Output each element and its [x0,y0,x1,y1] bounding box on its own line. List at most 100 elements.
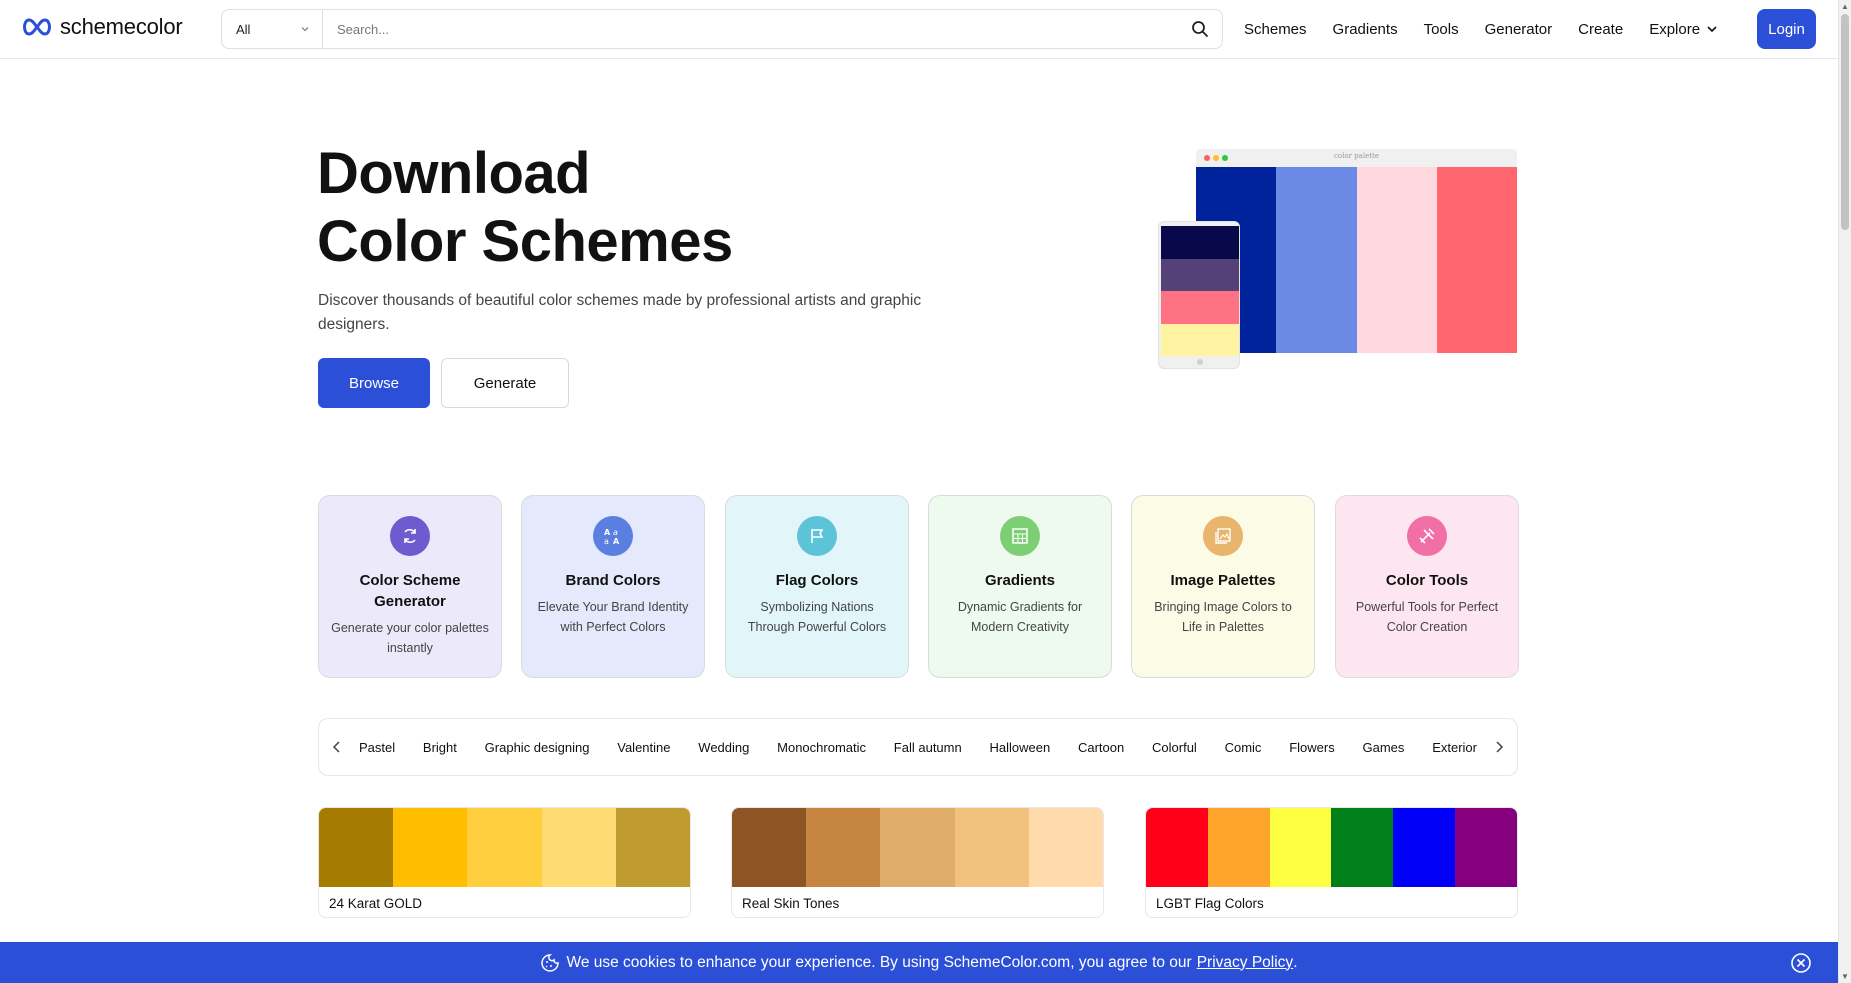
site-header: schemecolor All Schemes Gradients Tools … [0,0,1838,59]
category-card-gradients[interactable]: Gradients Dynamic Gradients for Modern Cr… [928,495,1112,678]
scroll-up-arrow-icon[interactable]: ▲ [1841,2,1849,11]
cookie-banner: We use cookies to enhance your experienc… [0,942,1838,983]
nav-tools[interactable]: Tools [1424,21,1459,38]
search-input[interactable] [323,10,1178,48]
category-card-description: Symbolizing Nations Through Powerful Col… [747,600,887,634]
color-swatch [880,808,955,887]
color-swatch [615,808,690,887]
search-category-select[interactable]: All [222,10,323,48]
tag-item[interactable]: Wedding [698,740,749,755]
nav-gradients[interactable]: Gradients [1333,21,1398,38]
tag-list: Pastel Bright Graphic designing Valentine We… [345,740,1491,755]
refresh-icon [390,516,430,556]
hero-description: Discover thousands of beautiful color sc… [318,292,922,333]
tag-item[interactable]: Games [1363,740,1405,755]
hero-title-line2: Color Schemes [317,209,733,274]
svg-text:A: A [613,537,620,546]
illustration-caption: color palette [1334,152,1379,160]
chevron-right-icon [1496,741,1504,753]
scrollbar-thumb[interactable] [1841,14,1849,230]
cookie-text: We use cookies to enhance your experienc… [566,953,1192,971]
logo[interactable]: schemecolor [20,14,183,40]
tag-item[interactable]: Graphic designing [485,740,590,755]
tag-item[interactable]: Comic [1225,740,1262,755]
category-card-image-palettes[interactable]: Image Palettes Bringing Image Colors to L… [1131,495,1315,678]
tag-item[interactable]: Flowers [1289,740,1335,755]
category-card-description: Elevate Your Brand Identity with Perfect… [537,600,689,634]
palette-swatches [1146,808,1517,887]
category-card-title: Brand Colors [565,572,661,589]
scroll-down-arrow-icon[interactable]: ▼ [1841,972,1849,981]
palette-card[interactable]: 24 Karat GOLD [318,807,691,918]
tag-item[interactable]: Monochromatic [777,740,866,755]
palette-card[interactable]: LGBT Flag Colors [1145,807,1518,918]
tags-prev-button[interactable] [329,740,345,754]
illustration-swatch [1161,291,1239,324]
category-card-color-scheme-generator[interactable]: Color Scheme Generator Generate your colo… [318,495,502,678]
illustration-phone-palette [1161,226,1239,356]
generate-button[interactable]: Generate [441,358,569,408]
tag-item[interactable]: Fall autumn [894,740,962,755]
brand-letters-icon: AaaA [593,516,633,556]
search-bar: All [221,9,1223,49]
chevron-down-icon [301,27,309,32]
color-swatch [954,808,1029,887]
category-card-title: Color Tools [1385,572,1469,589]
flag-icon [797,516,837,556]
svg-text:a: a [604,537,609,546]
category-card-brand-colors[interactable]: Aa a A Brand Colors Elevate Your Brand Ident… [521,495,705,678]
login-button[interactable]: Login [1757,9,1816,49]
image-gallery-icon [1203,516,1243,556]
nav-schemes[interactable]: Schemes [1244,21,1307,38]
logo-text: schemecolor [60,14,183,39]
category-card-color-tools[interactable]: Color Tools Powerful Tools for Perfect Co… [1335,495,1519,678]
tag-item[interactable]: Halloween [990,740,1051,755]
nav-generator[interactable]: Generator [1485,21,1553,38]
palette-swatches [732,808,1103,887]
nav-explore-label: Explore [1649,20,1701,38]
category-card-title: Gradients [984,572,1056,589]
page-scrollbar[interactable]: ▲ ▼ [1838,0,1851,983]
color-swatch [393,808,468,887]
palette-card[interactable]: Real Skin Tones [731,807,1104,918]
illustration-swatch [1436,167,1517,353]
color-swatch [541,808,616,887]
category-card-title: Image Palettes [1170,572,1276,589]
privacy-policy-link[interactable]: Privacy Policy [1197,954,1293,972]
search-button[interactable] [1178,10,1222,48]
illustration-window-palette [1196,167,1517,353]
tag-carousel: Pastel Bright Graphic designing Valentine We… [318,718,1518,776]
tags-next-button[interactable] [1491,740,1507,754]
tag-item[interactable]: Bright [423,740,457,755]
tag-item[interactable]: Colorful [1152,740,1197,755]
chevron-down-icon [1707,26,1717,33]
tools-icon [1407,516,1447,556]
category-card-flag-colors[interactable]: Flag Colors Symbolizing Nations Through P… [725,495,909,678]
nav-create[interactable]: Create [1578,21,1623,38]
illustration-swatch [1276,167,1357,353]
tag-item[interactable]: Exterior [1432,740,1477,755]
palette-name: 24 Karat GOLD [329,896,423,911]
illustration-swatch [1161,258,1239,291]
gradient-grid-icon [1000,516,1040,556]
search-icon [1192,21,1208,37]
palette-swatches [319,808,690,887]
palette-name: LGBT Flag Colors [1156,896,1264,911]
phone-home-button-icon [1197,359,1203,365]
color-swatch [1207,808,1270,887]
tag-item[interactable]: Valentine [617,740,670,755]
nav-explore[interactable]: Explore [1649,21,1718,38]
illustration-swatch [1356,167,1437,353]
chevron-left-icon [332,741,340,753]
tag-item[interactable]: Pastel [359,740,395,755]
illustration-window-bar: color palette [1196,149,1517,167]
hero-illustration-phone [1158,221,1240,369]
illustration-swatch [1161,226,1239,259]
tag-item[interactable]: Cartoon [1078,740,1124,755]
cookie-suffix: . [1293,953,1298,971]
close-icon[interactable] [1790,952,1812,974]
browse-button[interactable]: Browse [318,358,430,408]
category-card-description: Bringing Image Colors to Life in Palette… [1154,600,1292,634]
category-card-title: Color Scheme Generator [359,572,461,610]
color-swatch [1146,808,1208,887]
